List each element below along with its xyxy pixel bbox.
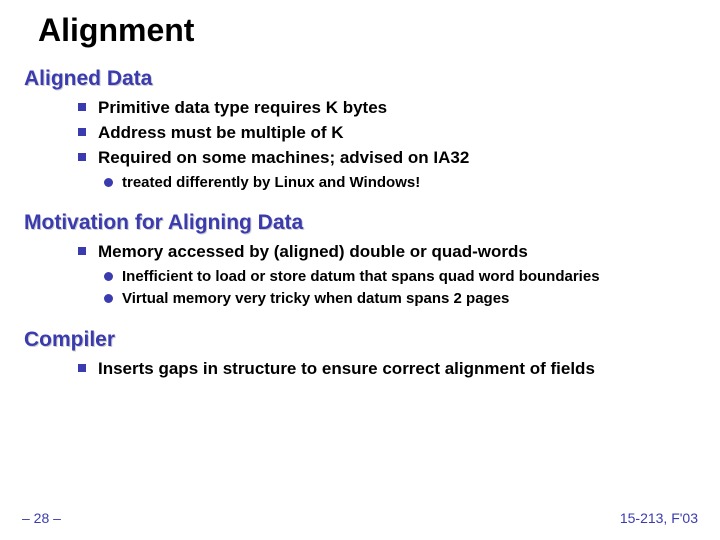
list-subitem: treated differently by Linux and Windows…: [122, 173, 720, 193]
list-subitem: Virtual memory very tricky when datum sp…: [122, 289, 720, 309]
list-subitem: Inefficient to load or store datum that …: [122, 267, 720, 287]
course-code: 15-213, F'03: [620, 510, 698, 526]
sublist-aligned-data: treated differently by Linux and Windows…: [0, 173, 720, 193]
page-number: – 28 –: [22, 510, 61, 526]
section-heading-motivation: Motivation for Aligning Data: [0, 211, 720, 235]
list-motivation: Memory accessed by (aligned) double or q…: [0, 241, 720, 264]
list-item: Memory accessed by (aligned) double or q…: [98, 241, 720, 264]
section-heading-aligned-data: Aligned Data: [0, 67, 720, 91]
list-item: Address must be multiple of K: [98, 122, 720, 145]
section-heading-compiler: Compiler: [0, 328, 720, 352]
sublist-motivation: Inefficient to load or store datum that …: [0, 267, 720, 310]
list-aligned-data: Primitive data type requires K bytes Add…: [0, 97, 720, 170]
list-compiler: Inserts gaps in structure to ensure corr…: [0, 358, 720, 381]
list-item: Required on some machines; advised on IA…: [98, 147, 720, 170]
list-item: Primitive data type requires K bytes: [98, 97, 720, 120]
slide-title: Alignment: [0, 0, 720, 49]
list-item: Inserts gaps in structure to ensure corr…: [98, 358, 720, 381]
